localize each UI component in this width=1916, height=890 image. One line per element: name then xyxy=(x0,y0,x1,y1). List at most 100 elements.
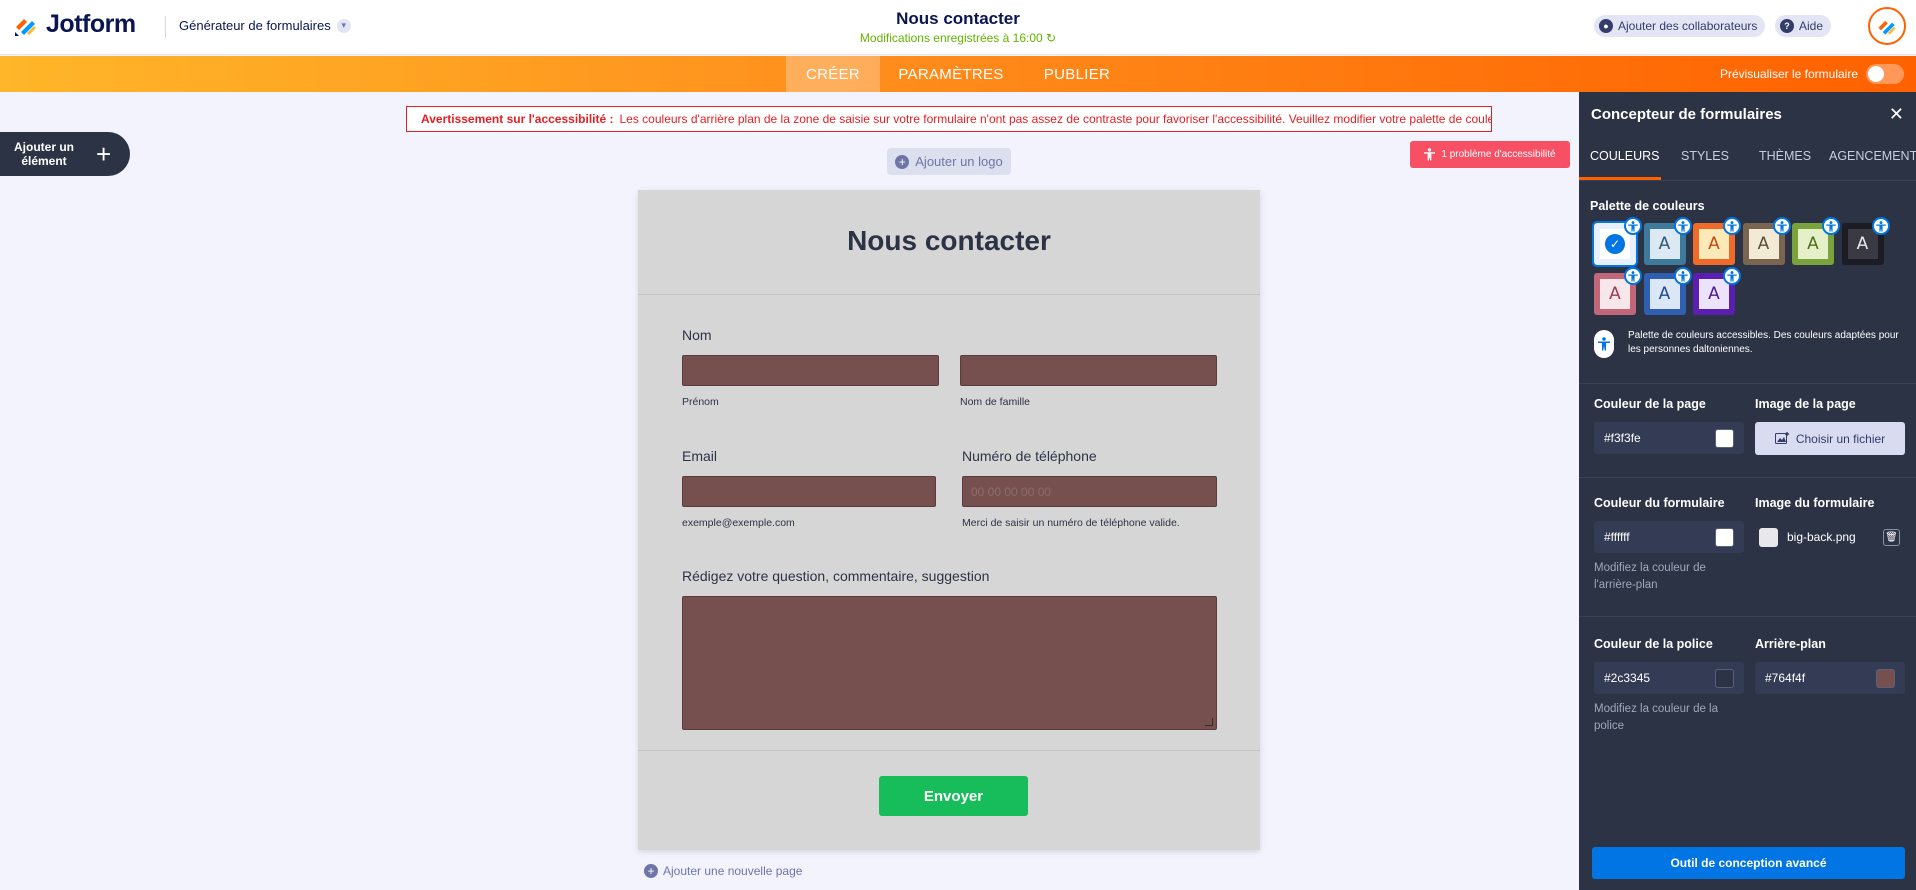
color-palette-swatch[interactable]: ✓ xyxy=(1592,217,1642,267)
palette-label: Palette de couleurs xyxy=(1590,199,1705,213)
accessibility-icon xyxy=(1673,217,1692,235)
tab-parametres[interactable]: PARAMÈTRES xyxy=(886,56,1016,92)
plus-icon: + xyxy=(96,138,112,169)
email-label: Email xyxy=(682,448,718,464)
form-heading[interactable]: Nous contacter xyxy=(638,225,1260,257)
color-palette-swatch[interactable]: A xyxy=(1792,217,1840,265)
avatar[interactable] xyxy=(1868,7,1906,45)
color-palette-swatch[interactable]: A xyxy=(1643,217,1692,265)
form-divider xyxy=(638,294,1260,295)
advanced-designer-button[interactable]: Outil de conception avancé xyxy=(1592,847,1905,879)
swatch-preview: A xyxy=(1748,229,1779,259)
accessibility-icon xyxy=(1673,267,1692,285)
close-icon[interactable]: ✕ xyxy=(1889,104,1904,125)
submit-button[interactable]: Envoyer xyxy=(879,776,1028,816)
phone-input[interactable]: 00 00 00 00 00 xyxy=(962,476,1217,507)
question-icon: ? xyxy=(1780,19,1794,33)
add-logo-button[interactable]: + Ajouter un logo xyxy=(887,148,1011,175)
accessibility-icon xyxy=(1723,267,1741,285)
accessibility-warning: Avertissement sur l'accessibilité : Les … xyxy=(406,106,1492,132)
preview-label: Prévisualiser le formulaire xyxy=(1719,67,1858,81)
email-sublabel: exemple@exemple.com xyxy=(682,517,795,529)
add-element-button[interactable]: Ajouter un élément + xyxy=(0,132,130,176)
color-palette-swatch[interactable]: A xyxy=(1742,217,1791,265)
choose-file-label: Choisir un fichier xyxy=(1795,431,1886,446)
accessibility-icon xyxy=(1624,267,1642,285)
color-palette-swatch[interactable]: A xyxy=(1693,267,1741,315)
tab-agencement[interactable]: AGENCEMENT xyxy=(1829,140,1916,172)
image-upload-icon xyxy=(1774,432,1789,444)
accessibility-issue-label: 1 problème d'accessibilité xyxy=(1441,149,1556,160)
image-thumbnail xyxy=(1759,527,1778,547)
jotform-logo[interactable]: Jotform xyxy=(12,10,136,39)
tab-couleurs[interactable]: COULEURS xyxy=(1590,140,1659,172)
accessibility-icon xyxy=(1624,217,1642,235)
form-color-swatch[interactable] xyxy=(1715,528,1734,547)
add-collaborators-button[interactable]: ● Ajouter des collaborateurs xyxy=(1594,15,1766,37)
comment-label: Rédigez votre question, commentaire, sug… xyxy=(682,568,990,584)
plus-circle-icon: + xyxy=(895,154,910,169)
add-page-label: Ajouter une nouvelle page xyxy=(663,864,803,878)
page-color-input[interactable]: #f3f3fe xyxy=(1594,422,1744,454)
add-page-button[interactable]: + Ajouter une nouvelle page xyxy=(644,864,802,878)
page-color-swatch[interactable] xyxy=(1715,429,1734,448)
color-palette-swatch[interactable]: A xyxy=(1643,267,1692,315)
accessibility-icon xyxy=(1594,330,1614,358)
trash-icon[interactable]: 🗑 xyxy=(1883,529,1900,546)
save-status-text: Modifications enregistrées à 16:00 xyxy=(859,31,1043,45)
toggle-knob xyxy=(1868,66,1884,82)
color-palette-swatch[interactable]: A xyxy=(1693,217,1741,265)
page-image-label: Image de la page xyxy=(1755,397,1856,411)
font-color-input[interactable]: #2c3345 xyxy=(1594,662,1744,694)
preview-toggle[interactable] xyxy=(1866,64,1904,84)
panel-tabs: COULEURS STYLES THÈMES AGENCEMENT xyxy=(1579,140,1916,172)
color-palette-swatch[interactable]: A xyxy=(1594,267,1642,315)
background-color-swatch[interactable] xyxy=(1876,669,1895,688)
builder-dropdown-label: Générateur de formulaires xyxy=(179,18,331,33)
help-label: Aide xyxy=(1799,19,1824,33)
resize-handle[interactable] xyxy=(1205,718,1213,726)
header-form-title[interactable]: Nous contacter xyxy=(760,9,1156,29)
page-color-value: #f3f3fe xyxy=(1604,431,1641,445)
font-color-swatch[interactable] xyxy=(1715,669,1734,688)
last-name-input[interactable] xyxy=(960,355,1217,386)
check-icon: ✓ xyxy=(1605,234,1625,254)
brand-name: Jotform xyxy=(46,10,136,38)
accessibility-icon xyxy=(1871,217,1890,235)
accessibility-icon xyxy=(1772,217,1791,235)
tab-publier[interactable]: PUBLIER xyxy=(1030,56,1124,92)
accessible-palette-note: Palette de couleurs accessibles. Des cou… xyxy=(1628,330,1899,355)
form-card: Nous contacter Nom Prénom Nom de famille… xyxy=(638,190,1260,850)
email-input[interactable] xyxy=(682,476,936,507)
top-header: Jotform Générateur de formulaires ▾ Nous… xyxy=(0,0,1916,55)
tab-styles[interactable]: STYLES xyxy=(1681,140,1729,172)
comment-textarea[interactable] xyxy=(682,596,1217,730)
accessibility-icon xyxy=(1822,217,1840,235)
chevron-down-icon: ▾ xyxy=(336,18,351,33)
accessibility-issue-button[interactable]: 1 problème d'accessibilité xyxy=(1410,141,1570,168)
form-color-label: Couleur du formulaire xyxy=(1594,496,1725,510)
panel-title: Concepteur de formulaires xyxy=(1591,106,1782,123)
form-image-filename: big-back.png xyxy=(1787,530,1856,544)
tab-creer[interactable]: CRÉER xyxy=(786,56,880,92)
tab-themes[interactable]: THÈMES xyxy=(1759,140,1811,172)
add-element-label: Ajouter un élément xyxy=(14,140,74,168)
save-status: Modifications enregistrées à 16:00 ↻ xyxy=(760,31,1156,45)
header-divider xyxy=(165,16,166,38)
first-name-sublabel: Prénom xyxy=(682,396,719,408)
swatch-preview: A xyxy=(1798,229,1828,259)
swatch-preview: ✓ xyxy=(1600,229,1630,259)
background-color-input[interactable]: #764f4f xyxy=(1755,662,1905,694)
form-title-block: Nous contacter Modifications enregistrée… xyxy=(760,9,1156,45)
font-color-label: Couleur de la police xyxy=(1594,637,1713,651)
help-button[interactable]: ? Aide xyxy=(1775,15,1832,37)
builder-dropdown[interactable]: Générateur de formulaires ▾ xyxy=(179,18,351,33)
form-color-input[interactable]: #ffffff xyxy=(1594,521,1744,553)
form-footer-divider xyxy=(638,750,1260,751)
choose-file-button[interactable]: Choisir un fichier xyxy=(1755,422,1905,455)
swatch-preview: A xyxy=(1600,279,1630,309)
section-divider xyxy=(1579,383,1916,384)
color-palette-swatch[interactable]: A xyxy=(1841,217,1890,265)
swatch-preview: A xyxy=(1649,279,1680,309)
first-name-input[interactable] xyxy=(682,355,939,386)
